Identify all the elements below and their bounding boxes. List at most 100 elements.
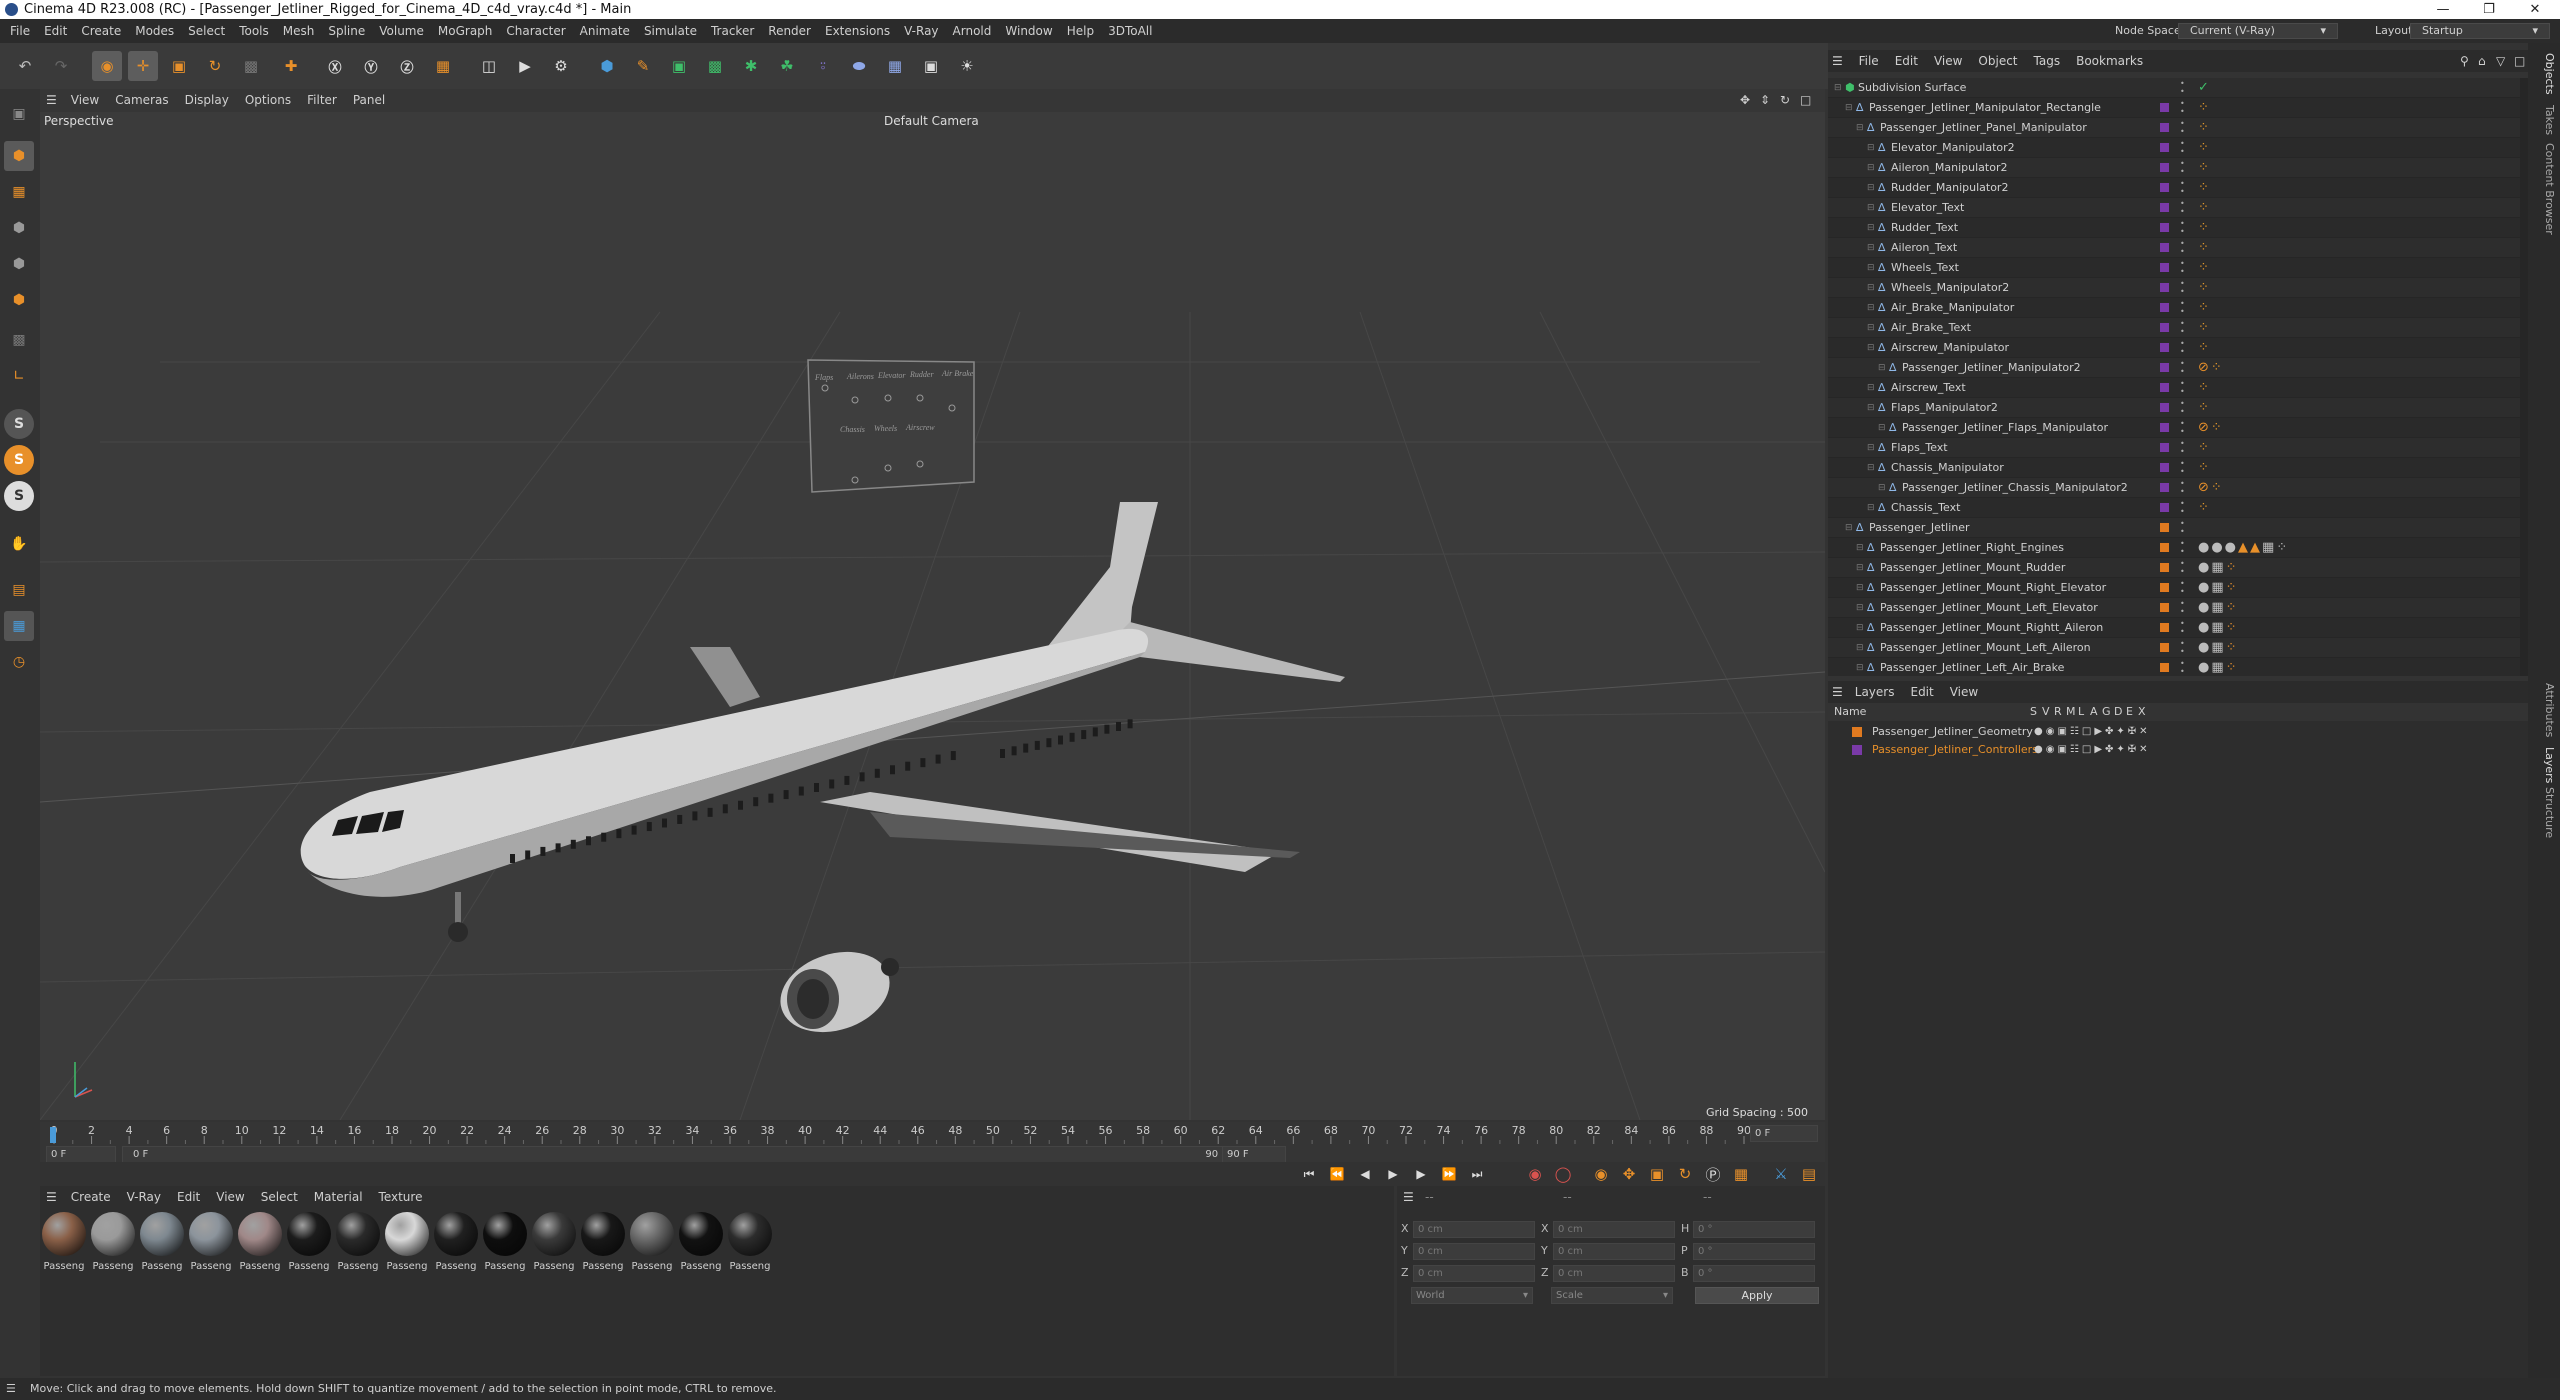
render-region-icon[interactable]: ◫ (474, 51, 504, 81)
object-row[interactable]: ⊟ ∆ Passenger_Jetliner_Chassis_Manipulator… (1828, 478, 2528, 498)
object-tag-icon[interactable]: ⁘ (2198, 438, 2211, 458)
menu-edit[interactable]: Edit (37, 19, 74, 43)
previous-key-icon[interactable]: ⏪ (1322, 1159, 1352, 1189)
material-label[interactable]: Passeng (581, 1261, 625, 1272)
object-row[interactable]: ⊟ ∆ Flaps_Manipulator2 • • ⁘ (1828, 398, 2528, 418)
array-icon[interactable]: ▩ (700, 51, 730, 81)
uv-mode-icon[interactable]: ▩ (4, 325, 34, 355)
points-mode-icon[interactable]: ⬢ (4, 213, 34, 243)
menu-animate[interactable]: Animate (573, 19, 637, 43)
maximize-view-icon[interactable]: □ (1800, 89, 1811, 112)
material-label[interactable]: Passeng (287, 1261, 331, 1272)
menu-3dtoall[interactable]: 3DToAll (1101, 19, 1159, 43)
layers-menu-edit[interactable]: Edit (1902, 681, 1941, 703)
cloner-icon[interactable]: ☘ (772, 51, 802, 81)
menu-extensions[interactable]: Extensions (818, 19, 897, 43)
object-tag-icon[interactable]: ⁘ (2198, 298, 2211, 318)
material-preview[interactable] (630, 1212, 674, 1256)
orbit-icon[interactable]: ↻ (1780, 89, 1790, 112)
3d-viewport[interactable]: Perspective Default Camera Flaps Ailerons… (40, 112, 1825, 1120)
object-row[interactable]: ⊟ ∆ Passenger_Jetliner_Panel_Manipulator • •… (1828, 118, 2528, 138)
tab-content-browser[interactable]: Content Browser (2532, 143, 2556, 235)
tab-attributes[interactable]: Attributes (2532, 683, 2556, 737)
timeline-icon[interactable]: ▤ (1794, 1159, 1824, 1189)
play-icon[interactable]: ▶ (1378, 1159, 1408, 1189)
coord-field[interactable]: 0 cm (1413, 1221, 1535, 1238)
rotate-icon[interactable]: ↻ (200, 51, 230, 81)
new-window-icon[interactable]: □ (2514, 50, 2525, 72)
expand-icon[interactable]: ⊟ (1867, 198, 1875, 218)
layer-col-v[interactable]: V (2042, 703, 2050, 721)
tab-structure[interactable]: Structure (2532, 787, 2556, 838)
material-preview[interactable] (434, 1212, 478, 1256)
layer-col-m[interactable]: M (2066, 703, 2076, 721)
object-tag-icon[interactable]: ⁘ (2198, 98, 2211, 118)
hamburger-icon[interactable]: ☰ (40, 89, 63, 112)
expand-icon[interactable]: ⊟ (1867, 398, 1875, 418)
model-mode-icon[interactable]: ⬢ (4, 141, 34, 171)
mograph-icon[interactable]: ✱ (736, 51, 766, 81)
expand-icon[interactable]: ⊟ (1867, 318, 1875, 338)
layer-row[interactable]: Passenger_Jetliner_Geometry ●◉▣☷□▶✤✦✠✕ (1828, 723, 2528, 741)
material-label[interactable]: Passeng (238, 1261, 282, 1272)
layer-col-l[interactable]: L (2078, 703, 2084, 721)
expand-icon[interactable]: ⊟ (1845, 98, 1853, 118)
material-label[interactable]: Passeng (91, 1261, 135, 1272)
expand-icon[interactable]: ⊟ (1867, 258, 1875, 278)
visibility-dots-icon[interactable]: • • (2180, 440, 2185, 456)
object-row[interactable]: ⊟ ∆ Wheels_Text • • ⁘ (1828, 258, 2528, 278)
object-tag-icon[interactable]: ⊘⁘ (2198, 358, 2224, 378)
expand-icon[interactable]: ⊟ (1878, 358, 1886, 378)
material-preview[interactable] (140, 1212, 184, 1256)
expand-icon[interactable]: ⊟ (1845, 518, 1853, 538)
viewport-menu-view[interactable]: View (63, 89, 107, 112)
layer-col-r[interactable]: R (2054, 703, 2062, 721)
viewport-menu-display[interactable]: Display (177, 89, 237, 112)
menu-file[interactable]: File (3, 19, 37, 43)
object-tag-icon[interactable]: ⁘ (2198, 318, 2211, 338)
menu-select[interactable]: Select (181, 19, 232, 43)
timeline[interactable]: 0246810121416182022242628303234363840424… (40, 1122, 1825, 1163)
expand-icon[interactable]: ⊟ (1867, 438, 1875, 458)
layers-menu-view[interactable]: View (1942, 681, 1986, 703)
expand-icon[interactable]: ⊟ (1867, 298, 1875, 318)
paint-icon[interactable]: ✋ (4, 529, 34, 559)
object-row[interactable]: ⊟ ∆ Elevator_Manipulator2 • • ⁘ (1828, 138, 2528, 158)
recent-tools-icon[interactable]: ▩ (236, 51, 266, 81)
object-tag-icon[interactable]: ⁘ (2198, 398, 2211, 418)
object-tag-icon[interactable]: ⁘ (2198, 458, 2211, 478)
visibility-dots-icon[interactable]: • • (2180, 520, 2185, 536)
objects-menu-tags[interactable]: Tags (2026, 50, 2069, 72)
material-label[interactable]: Passeng (483, 1261, 527, 1272)
visibility-dots-icon[interactable]: • • (2180, 560, 2185, 576)
expand-icon[interactable]: ⊟ (1856, 658, 1864, 676)
visibility-dots-icon[interactable]: • • (2180, 300, 2185, 316)
object-row[interactable]: ⊟ ∆ Passenger_Jetliner_Mount_Rudder • • ●▦⁘ (1828, 558, 2528, 578)
visibility-dots-icon[interactable]: • • (2180, 580, 2185, 596)
undo-icon[interactable]: ↶ (10, 51, 40, 81)
go-to-start-icon[interactable]: ⏮ (1294, 1159, 1324, 1189)
coord-field[interactable]: 0 ° (1693, 1265, 1815, 1282)
search-icon[interactable]: ⚲ (2460, 50, 2469, 72)
menu-modes[interactable]: Modes (128, 19, 181, 43)
expand-icon[interactable]: ⊟ (1867, 158, 1875, 178)
render-settings-icon[interactable]: ⚙ (546, 51, 576, 81)
expand-icon[interactable]: ⊟ (1878, 418, 1886, 438)
material-preview[interactable] (336, 1212, 380, 1256)
key-rotation-icon[interactable]: ↻ (1670, 1159, 1700, 1189)
current-frame-field[interactable]: 0 F (1750, 1125, 1818, 1142)
menu-mograph[interactable]: MoGraph (431, 19, 500, 43)
object-tag-icon[interactable]: ●▦⁘ (2198, 578, 2239, 598)
material-label[interactable]: Passeng (679, 1261, 723, 1272)
objects-menu-view[interactable]: View (1926, 50, 1970, 72)
object-row[interactable]: ⊟ ∆ Aileron_Manipulator2 • • ⁘ (1828, 158, 2528, 178)
expand-icon[interactable]: ⊟ (1856, 118, 1864, 138)
hamburger-icon[interactable]: ☰ (1828, 681, 1847, 703)
layer-color-swatch[interactable] (1852, 745, 1862, 755)
object-row[interactable]: ⊟ ∆ Elevator_Text • • ⁘ (1828, 198, 2528, 218)
object-row[interactable]: ⊟ ∆ Passenger_Jetliner • • (1828, 518, 2528, 538)
object-tag-icon[interactable]: ●▦⁘ (2198, 598, 2239, 618)
object-row[interactable]: ⊟ ∆ Air_Brake_Text • • ⁘ (1828, 318, 2528, 338)
menu-tracker[interactable]: Tracker (704, 19, 761, 43)
expand-icon[interactable]: ⊟ (1856, 638, 1864, 658)
